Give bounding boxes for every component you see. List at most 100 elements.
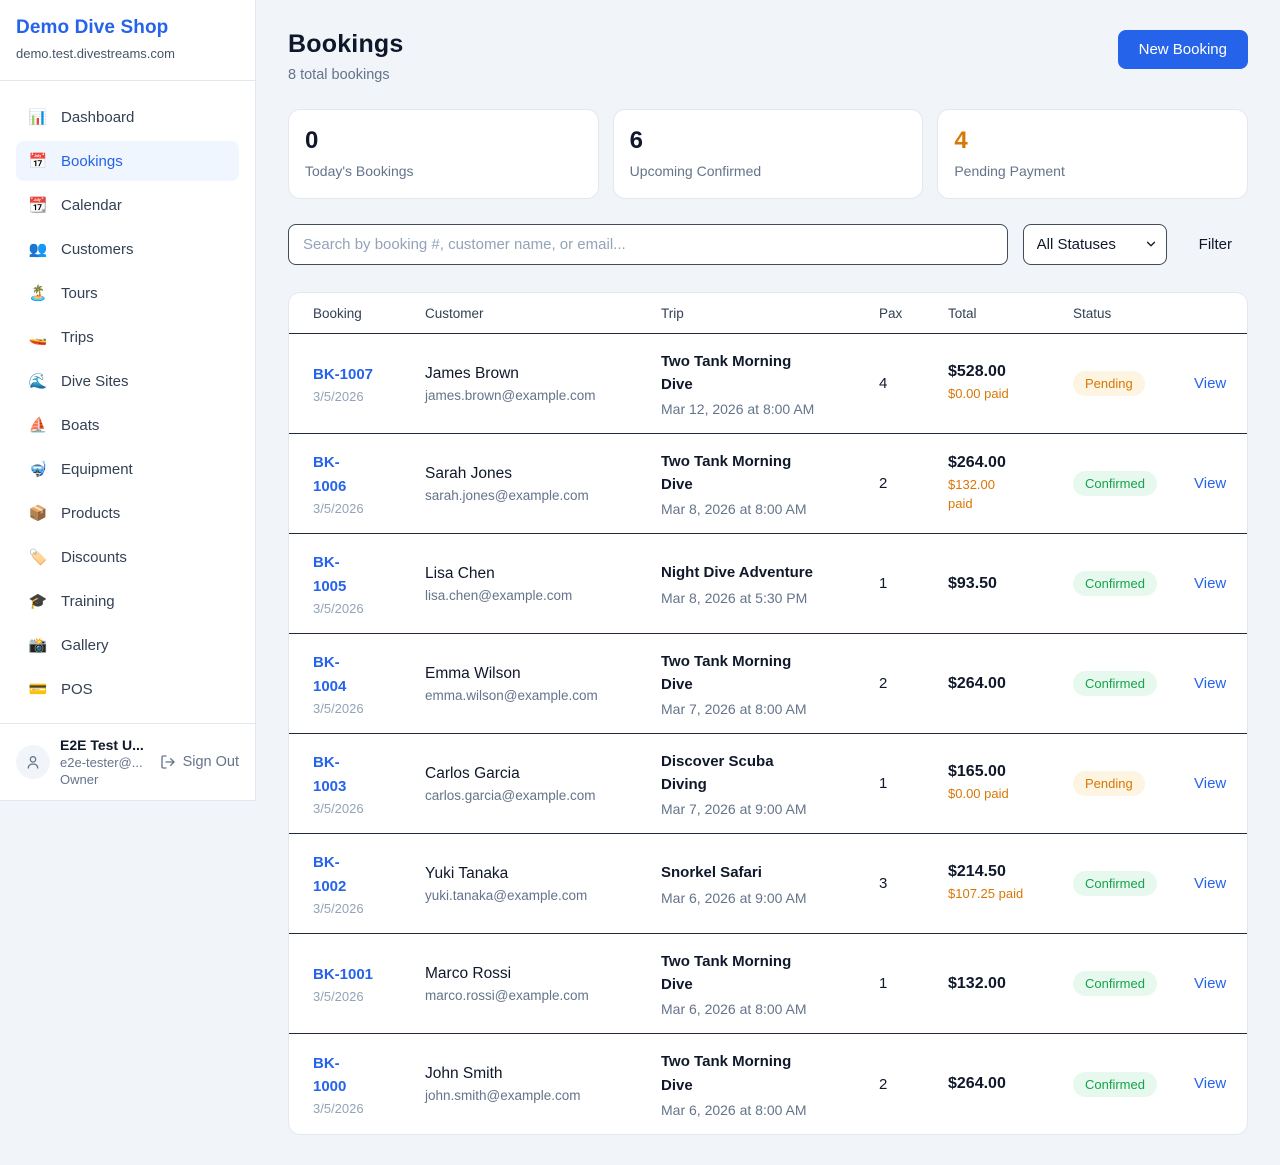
actions-cell: View [1194,1075,1247,1093]
sidebar-item-dive-sites[interactable]: 🌊 Dive Sites [16,361,239,401]
sidebar-item-equipment[interactable]: 🤿 Equipment [16,449,239,489]
booking-cell: BK- 1003 3/5/2026 [289,751,425,816]
booking-id-link[interactable]: BK- 1003 [313,751,346,798]
customer-email: john.smith@example.com [425,1088,661,1103]
sidebar-item-trips[interactable]: 🚤 Trips [16,317,239,357]
sidebar-item-boats[interactable]: ⛵ Boats [16,405,239,445]
speedboat-icon: 🚤 [28,328,48,346]
sidebar-item-training[interactable]: 🎓 Training [16,581,239,621]
view-link[interactable]: View [1194,775,1226,792]
view-link[interactable]: View [1194,475,1226,492]
main-content: Bookings 8 total bookings New Booking 0 … [256,0,1280,1165]
sidebar-item-calendar[interactable]: 📆 Calendar [16,185,239,225]
sign-out-button[interactable]: Sign Out [160,754,239,770]
booking-id-link[interactable]: BK- 1005 [313,551,346,598]
user-name: E2E Test U... [60,737,150,753]
search-input[interactable] [288,224,1008,265]
sidebar-nav: 📊 Dashboard 📅 Bookings 📆 Calendar 👥 Cust… [0,81,255,723]
customer-name: James Brown [425,365,661,383]
customer-email: lisa.chen@example.com [425,588,661,603]
sidebar-item-label: Bookings [61,153,123,170]
sidebar-item-label: Boats [61,417,99,434]
booking-date: 3/5/2026 [313,701,425,716]
actions-cell: View [1194,575,1247,593]
trip-datetime: Mar 8, 2026 at 5:30 PM [661,590,879,606]
trip-name: Two Tank Morning Dive [661,950,879,997]
col-status: Status [1073,306,1194,321]
status-cell: Confirmed [1073,871,1194,896]
total-amount: $165.00 [948,763,1073,781]
stat-card: 0 Today's Bookings [288,109,599,199]
table-row: BK- 1003 3/5/2026 Carlos Garcia carlos.g… [289,734,1247,834]
stat-value: 6 [630,127,907,155]
status-badge: Confirmed [1073,571,1157,596]
filter-button[interactable]: Filter [1183,226,1248,263]
calendar-icon: 📅 [28,152,48,170]
user-meta: E2E Test U... e2e-tester@... Owner [60,737,150,787]
sidebar-item-dashboard[interactable]: 📊 Dashboard [16,97,239,137]
booking-id-link[interactable]: BK- 1004 [313,651,346,698]
status-badge: Confirmed [1073,1072,1157,1097]
booking-id-link[interactable]: BK-1007 [313,363,373,386]
customer-cell: Yuki Tanaka yuki.tanaka@example.com [425,865,661,903]
sidebar-item-label: Equipment [61,461,133,478]
customer-email: emma.wilson@example.com [425,688,661,703]
sidebar-item-customers[interactable]: 👥 Customers [16,229,239,269]
trip-cell: Snorkel Safari Mar 6, 2026 at 9:00 AM [661,861,879,905]
status-select[interactable]: All Statuses [1023,224,1167,265]
customer-name: Sarah Jones [425,465,661,483]
view-link[interactable]: View [1194,675,1226,692]
filters-bar: All Statuses Filter [288,224,1248,265]
view-link[interactable]: View [1194,975,1226,992]
new-booking-button[interactable]: New Booking [1118,30,1248,69]
view-link[interactable]: View [1194,1075,1226,1092]
booking-id-link[interactable]: BK-1001 [313,963,373,986]
trip-name: Two Tank Morning Dive [661,1050,879,1097]
user-role: Owner [60,772,150,787]
pax-value: 2 [879,475,948,492]
customer-name: Lisa Chen [425,565,661,583]
booking-id-link[interactable]: BK- 1002 [313,851,346,898]
bookings-table: Booking Customer Trip Pax Total Status B… [288,292,1248,1135]
col-total: Total [948,306,1073,321]
shop-name: Demo Dive Shop [16,17,239,39]
page-title-block: Bookings 8 total bookings [288,30,404,83]
trip-name: Two Tank Morning Dive [661,450,879,497]
graduation-cap-icon: 🎓 [28,592,48,610]
sidebar-item-label: POS [61,681,93,698]
table-row: BK-1001 3/5/2026 Marco Rossi marco.rossi… [289,934,1247,1034]
status-cell: Confirmed [1073,1072,1194,1097]
sidebar-item-label: Training [61,593,115,610]
view-link[interactable]: View [1194,575,1226,592]
total-amount: $264.00 [948,675,1073,693]
sidebar-item-gallery[interactable]: 📸 Gallery [16,625,239,665]
col-customer: Customer [425,306,661,321]
customer-name: Marco Rossi [425,965,661,983]
booking-cell: BK- 1006 3/5/2026 [289,451,425,516]
actions-cell: View [1194,975,1247,993]
booking-cell: BK- 1004 3/5/2026 [289,651,425,716]
view-link[interactable]: View [1194,875,1226,892]
customer-cell: Emma Wilson emma.wilson@example.com [425,665,661,703]
customer-cell: John Smith john.smith@example.com [425,1065,661,1103]
booking-id-link[interactable]: BK- 1006 [313,451,346,498]
sidebar-item-label: Discounts [61,549,127,566]
sidebar-item-products[interactable]: 📦 Products [16,493,239,533]
paid-amount: $0.00 paid [948,385,1073,403]
total-cell: $264.00 [948,675,1073,693]
sign-out-icon [160,754,176,770]
credit-card-icon: 💳 [28,680,48,698]
sidebar-item-pos[interactable]: 💳 POS [16,669,239,709]
stat-label: Upcoming Confirmed [630,163,907,179]
view-link[interactable]: View [1194,375,1226,392]
trip-name: Snorkel Safari [661,861,879,884]
sidebar-item-tours[interactable]: 🏝️ Tours [16,273,239,313]
sidebar-item-discounts[interactable]: 🏷️ Discounts [16,537,239,577]
status-cell: Confirmed [1073,571,1194,596]
paid-amount: $107.25 paid [948,885,1073,903]
status-cell: Pending [1073,371,1194,396]
booking-id-link[interactable]: BK- 1000 [313,1052,346,1099]
pax-value: 1 [879,775,948,792]
table-row: BK- 1002 3/5/2026 Yuki Tanaka yuki.tanak… [289,834,1247,934]
sidebar-item-bookings[interactable]: 📅 Bookings [16,141,239,181]
